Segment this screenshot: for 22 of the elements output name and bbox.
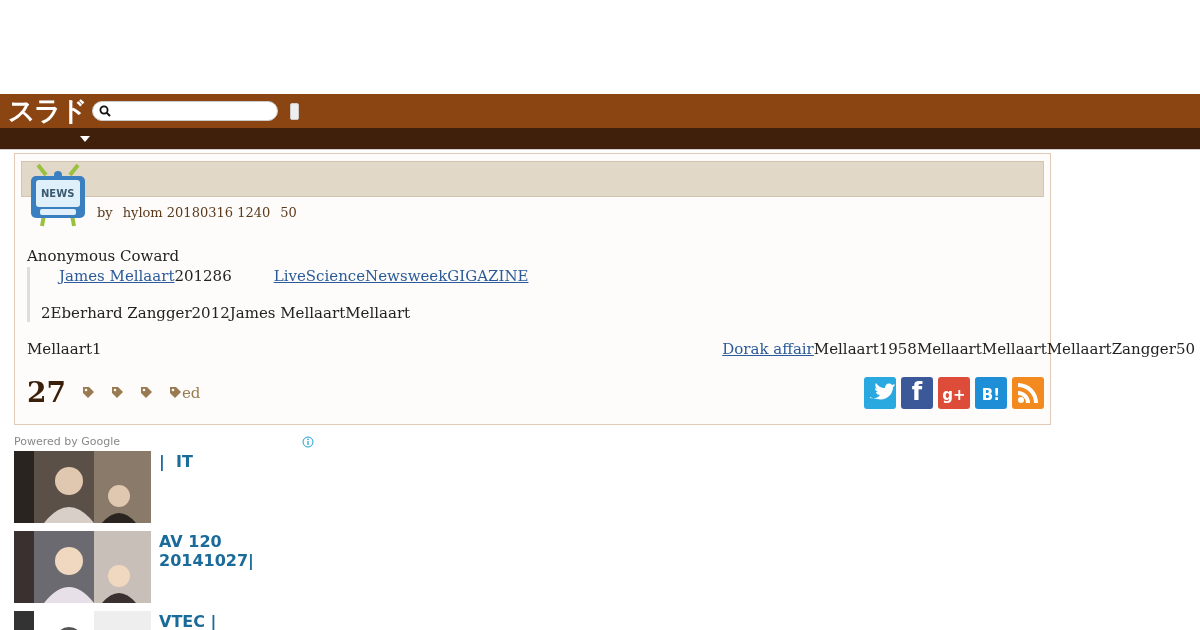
- body-text: Mellaart1: [27, 340, 102, 358]
- site-logo[interactable]: スラド: [8, 96, 86, 126]
- share-button[interactable]: g+: [938, 376, 970, 409]
- powered-by-text: Powered by Google: [14, 435, 121, 448]
- article-link[interactable]: Dorak affair: [722, 340, 814, 358]
- share-button[interactable]: f: [901, 376, 933, 409]
- icon-label: NEWS: [41, 188, 75, 199]
- quote-paragraph: 2Eberhard Zangger2012James MellaartMellaart: [41, 304, 412, 322]
- byline-text: 50: [280, 205, 297, 220]
- ad-title[interactable]: | IT: [159, 452, 289, 529]
- comment-count[interactable]: 27: [27, 376, 66, 409]
- byline-text: by: [97, 205, 113, 220]
- share-button[interactable]: B!: [975, 376, 1007, 409]
- ad-title[interactable]: AV 120 20141027|: [159, 532, 289, 609]
- tag-label[interactable]: ed: [181, 383, 201, 402]
- byline-text: hylom 20180316 1240: [122, 205, 271, 220]
- body-text: Dorak affairMellaart1958MellaartMellaartMellaartZangger50: [722, 340, 1195, 358]
- article-link[interactable]: LiveScienceNewsweekGIGAZINE: [273, 267, 529, 285]
- article-link[interactable]: James Mellaart: [59, 267, 175, 285]
- quote-paragraph: James Mellaart201286 LiveScienceNewsweekGIGAZINE: [56, 267, 530, 285]
- author-name: Anonymous Coward: [27, 247, 181, 265]
- ad-title[interactable]: VTEC |: [159, 612, 289, 630]
